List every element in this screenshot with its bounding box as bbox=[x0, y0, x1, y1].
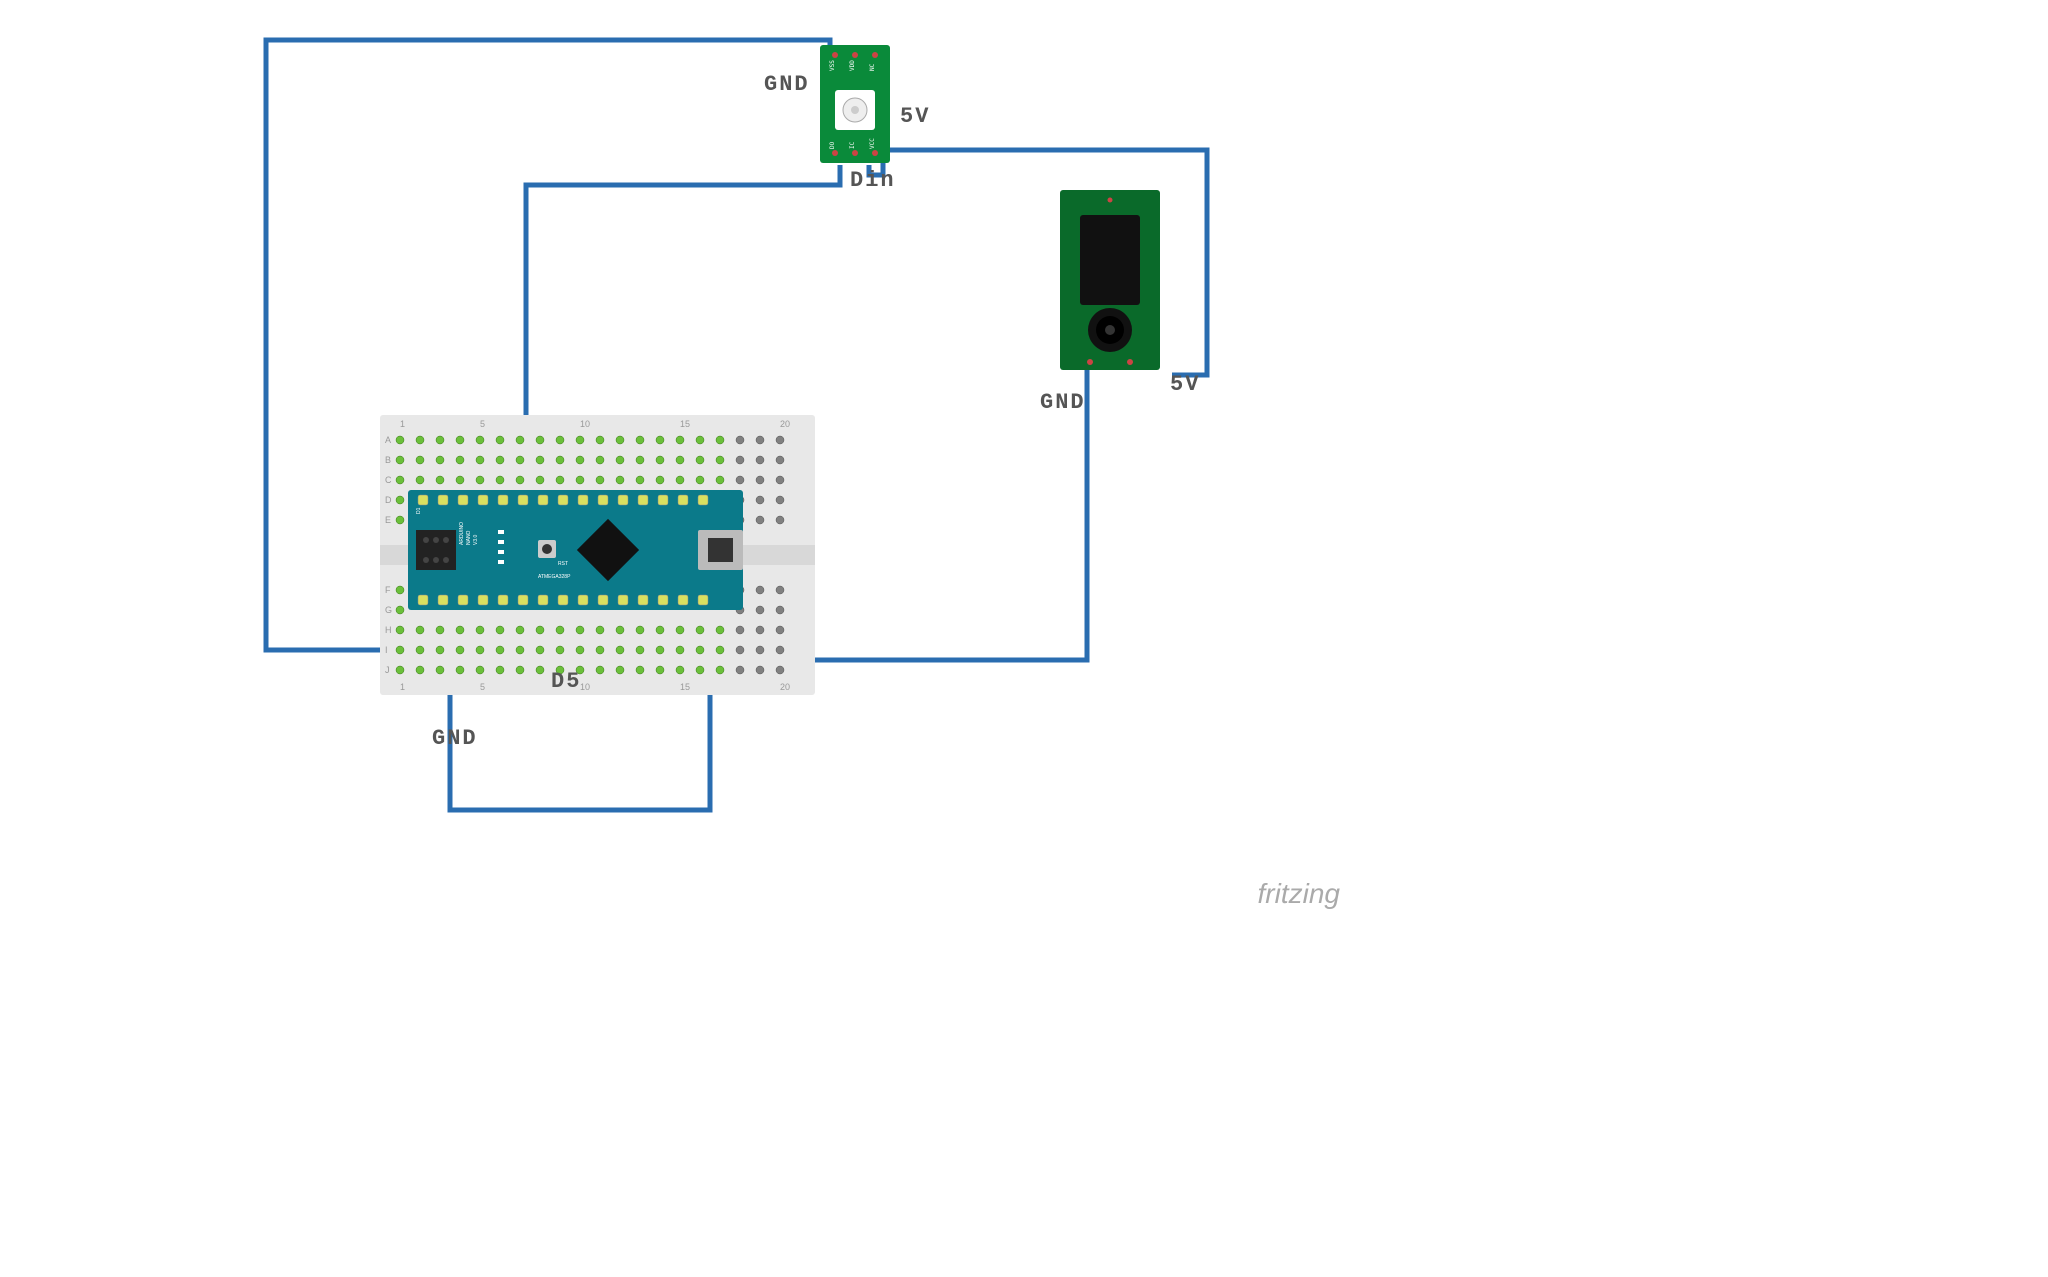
svg-text:20: 20 bbox=[780, 419, 790, 429]
svg-text:E: E bbox=[385, 515, 391, 525]
svg-text:15: 15 bbox=[680, 419, 690, 429]
svg-text:10: 10 bbox=[580, 419, 590, 429]
svg-text:A: A bbox=[385, 435, 391, 445]
label-gnd-bb: GND bbox=[432, 726, 478, 751]
fritzing-watermark: fritzing bbox=[1258, 878, 1340, 910]
svg-text:D1: D1 bbox=[416, 507, 422, 514]
label-5v-jack: 5V bbox=[1170, 372, 1200, 397]
svg-text:D: D bbox=[385, 495, 392, 505]
label-gnd-jack: GND bbox=[1040, 390, 1086, 415]
barrel-jack bbox=[1060, 190, 1160, 370]
svg-text:ATMEGA328P: ATMEGA328P bbox=[538, 574, 571, 580]
svg-text:RST: RST bbox=[558, 561, 568, 567]
svg-text:B: B bbox=[385, 455, 391, 465]
svg-text:15: 15 bbox=[680, 682, 690, 692]
svg-text:H: H bbox=[385, 625, 392, 635]
svg-text:5: 5 bbox=[480, 419, 485, 429]
label-gnd-led: GND bbox=[764, 72, 810, 97]
svg-text:ARDUINO: ARDUINO bbox=[459, 522, 465, 545]
svg-text:F: F bbox=[385, 585, 391, 595]
svg-text:G: G bbox=[385, 605, 392, 615]
svg-text:J: J bbox=[385, 665, 390, 675]
svg-text:IC: IC bbox=[849, 141, 856, 149]
svg-text:5: 5 bbox=[480, 682, 485, 692]
svg-text:C: C bbox=[385, 475, 392, 485]
svg-text:V3.0: V3.0 bbox=[473, 534, 479, 545]
label-5v-led: 5V bbox=[900, 104, 930, 129]
diagram-canvas: 1 5 10 15 20 1 5 10 15 20 A B C D E F G … bbox=[20, 20, 1420, 920]
svg-text:DO: DO bbox=[829, 141, 836, 149]
svg-text:VCC: VCC bbox=[869, 138, 876, 149]
svg-text:NANO: NANO bbox=[466, 530, 472, 545]
label-d5: D5 bbox=[551, 669, 581, 694]
svg-text:VDD: VDD bbox=[849, 60, 856, 71]
circuit-svg: 1 5 10 15 20 1 5 10 15 20 A B C D E F G … bbox=[20, 20, 1420, 920]
svg-text:VSS: VSS bbox=[829, 60, 836, 71]
svg-text:20: 20 bbox=[780, 682, 790, 692]
svg-text:10: 10 bbox=[580, 682, 590, 692]
svg-text:1: 1 bbox=[400, 419, 405, 429]
svg-text:1: 1 bbox=[400, 682, 405, 692]
arduino-nano: D1 ARDUINO NANO V3.0 RST ATMEGA328P bbox=[408, 490, 743, 610]
neopixel-led: VSS VDD NC DO IC VCC bbox=[820, 45, 890, 163]
svg-text:I: I bbox=[385, 645, 388, 655]
label-din: Din bbox=[850, 168, 896, 193]
svg-text:NC: NC bbox=[869, 63, 876, 71]
